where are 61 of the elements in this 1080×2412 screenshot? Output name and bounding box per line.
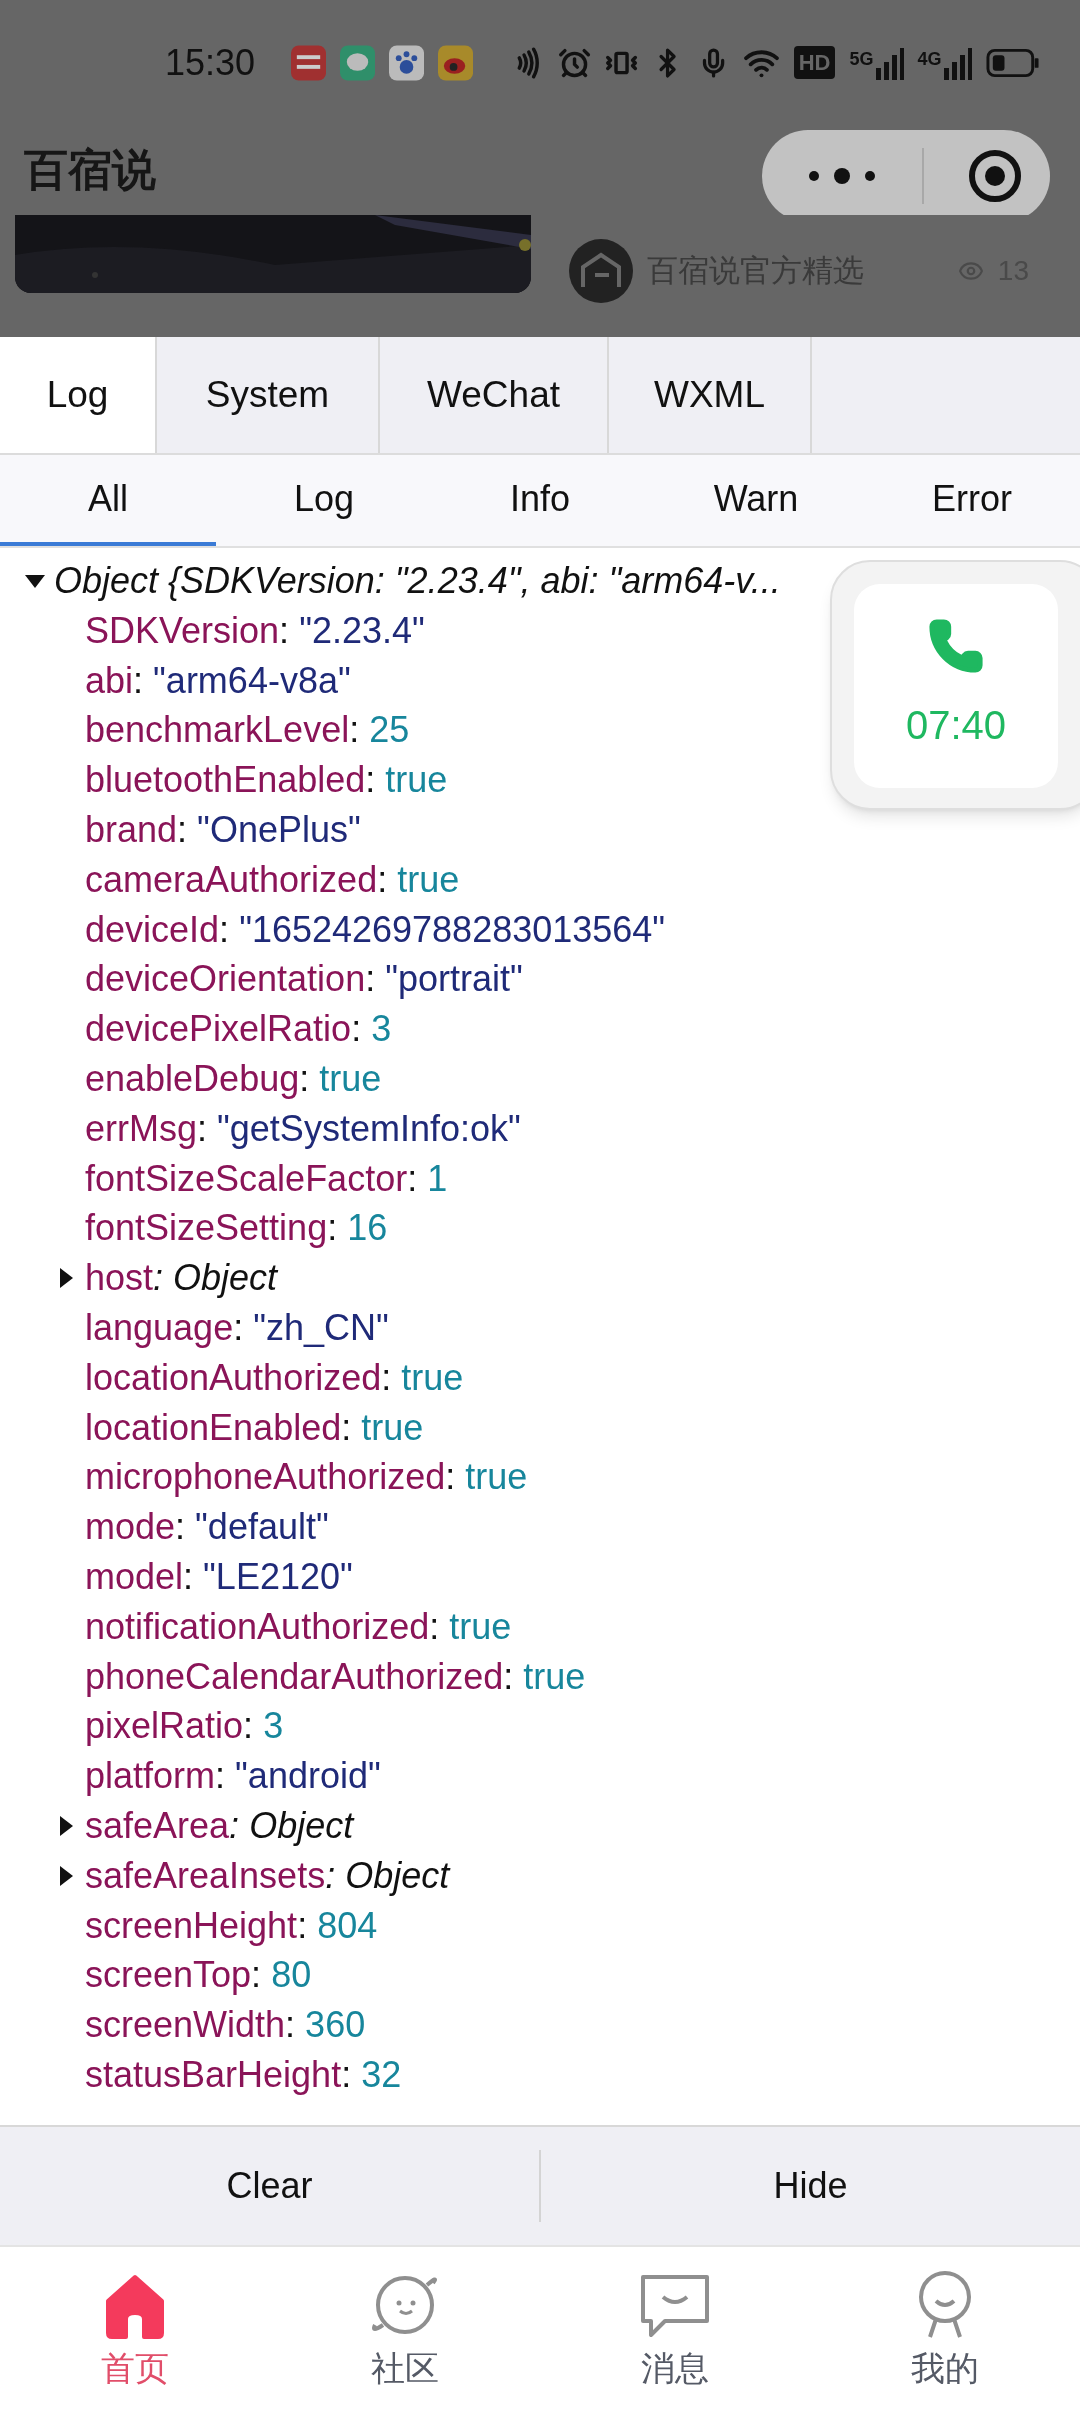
log-property: safeArea: Object xyxy=(85,1803,354,1848)
paw-icon xyxy=(389,44,425,81)
filter-tab[interactable]: Info xyxy=(432,455,648,546)
nav-tab[interactable]: 我的 xyxy=(810,2247,1080,2412)
chat-bubble-icon xyxy=(639,2273,711,2339)
clock-time: 15:30 xyxy=(165,40,256,85)
log-property: pixelRatio: 3 xyxy=(85,1704,284,1749)
log-property: host: Object xyxy=(85,1256,278,1301)
log-property: screenHeight: 804 xyxy=(85,1903,378,1948)
nav-tab[interactable]: 消息 xyxy=(540,2247,810,2412)
log-property: abi: "arm64-v8a" xyxy=(85,658,351,703)
network-label: 4G xyxy=(917,47,942,71)
log-property: phoneCalendarAuthorized: true xyxy=(85,1654,586,1699)
filter-tab[interactable]: All xyxy=(0,455,216,546)
log-property: bluetoothEnabled: true xyxy=(85,758,448,803)
log-property: screenWidth: 360 xyxy=(85,2003,366,2048)
nav-tab[interactable]: 首页 xyxy=(0,2247,270,2412)
chat-bubble-icon xyxy=(340,44,376,81)
filter-tab[interactable]: Warn xyxy=(648,455,864,546)
log-property: language: "zh_CN" xyxy=(85,1305,389,1350)
log-property: locationEnabled: true xyxy=(85,1405,424,1450)
hd-badge: HD xyxy=(793,46,836,79)
clear-button[interactable]: Clear xyxy=(0,2127,539,2245)
log-property: SDKVersion: "2.23.4" xyxy=(85,608,425,653)
log-property: mode: "default" xyxy=(85,1505,329,1550)
log-property: platform: "android" xyxy=(85,1754,381,1799)
close-target-icon[interactable] xyxy=(968,149,1022,203)
log-property: locationAuthorized: true xyxy=(85,1355,464,1400)
signal-icon xyxy=(875,45,904,80)
filter-tab[interactable]: Log xyxy=(216,455,432,546)
log-property: statusBarHeight: 32 xyxy=(85,2052,402,2097)
log-property: screenTop: 80 xyxy=(85,1953,312,1998)
log-property: benchmarkLevel: 25 xyxy=(85,708,410,753)
hide-button[interactable]: Hide xyxy=(541,2127,1080,2245)
log-property: notificationAuthorized: true xyxy=(85,1604,512,1649)
eye-logo-icon xyxy=(438,44,474,81)
log-property: deviceId: "16524269788283013564" xyxy=(85,907,666,952)
log-property: deviceOrientation: "portrait" xyxy=(85,957,523,1002)
nav-tab[interactable]: 社区 xyxy=(270,2247,540,2412)
filter-tab[interactable]: Error xyxy=(864,455,1080,546)
more-icon[interactable] xyxy=(806,166,878,186)
log-property: devicePixelRatio: 3 xyxy=(85,1007,392,1052)
signal-icon xyxy=(943,45,972,80)
network-label: 5G xyxy=(849,47,874,71)
log-property: model: "LE2120" xyxy=(85,1554,353,1599)
log-property: fontSizeScaleFactor: 1 xyxy=(85,1156,448,1201)
newspaper-icon xyxy=(291,44,327,81)
log-property: microphoneAuthorized: true xyxy=(85,1455,528,1500)
battery-icon xyxy=(985,47,1040,78)
phone-icon xyxy=(927,617,985,675)
app-title: 百宿说 xyxy=(24,144,156,196)
log-property: brand: "OnePlus" xyxy=(85,808,361,852)
log-property: fontSizeSetting: 16 xyxy=(85,1206,388,1251)
call-duration: 07:40 xyxy=(905,702,1007,749)
log-property: enableDebug: true xyxy=(85,1056,382,1101)
log-property: safeAreaInsets: Object xyxy=(85,1853,450,1898)
panel-tab[interactable]: Log xyxy=(0,337,157,453)
avatar-house-icon xyxy=(569,239,633,303)
log-property: cameraAuthorized: true xyxy=(85,857,460,902)
log-property: errMsg: "getSystemInfo:ok" xyxy=(85,1106,521,1151)
log-summary: Object {SDKVersion: "2.23.4", abi: "arm64-v... xyxy=(54,559,781,603)
